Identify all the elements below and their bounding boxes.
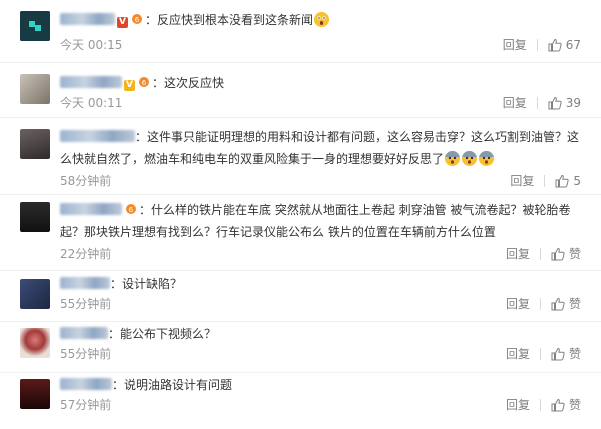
comment-body: V 6 ：反应快到根本没看到这条新闻 (60, 9, 587, 31)
like-count: 39 (565, 95, 581, 110)
reply-button[interactable]: 回复 (506, 295, 530, 312)
comment-list: V 6 ：反应快到根本没看到这条新闻 今天 00:15 回复 67 V 6 ：这次反应快… (0, 0, 601, 429)
reply-button[interactable]: 回复 (506, 396, 530, 413)
reply-button[interactable]: 回复 (503, 94, 527, 111)
comment-time: 55分钟前 (60, 347, 112, 361)
scared-face-emoji-icon (445, 151, 461, 166)
comment-text: 这次反应快 (164, 76, 225, 90)
like-count: 67 (565, 37, 581, 52)
comment-time: 58分钟前 (60, 174, 112, 188)
thumbs-up-icon (551, 297, 565, 310)
comment-actions: 回复 5 (510, 172, 581, 189)
like-button[interactable]: 赞 (551, 245, 581, 262)
divider (536, 38, 538, 51)
scared-face-emoji-icon (462, 151, 478, 166)
verified-badge-icon: V (117, 17, 128, 28)
comment-actions: 回复 67 (503, 36, 581, 53)
comment-item: ：这件事只能证明理想的用料和设计都有问题，这么容易击穿？这么巧割到油管？这么快就… (0, 118, 601, 195)
comment-time: 57分钟前 (60, 398, 112, 412)
username[interactable] (60, 76, 122, 88)
comment-item: ：能公布下视频么？ 55分钟前 回复 赞 (0, 322, 601, 373)
svg-text:6: 6 (129, 206, 134, 214)
comment-item: ：说明油路设计有问题 57分钟前 回复 赞 (0, 373, 601, 429)
reply-button[interactable]: 回复 (503, 36, 527, 53)
verified-badge-icon: V (124, 80, 135, 91)
like-label: 赞 (568, 398, 581, 412)
shocked-face-emoji-icon (314, 12, 330, 27)
thumbs-up-icon (548, 38, 562, 51)
username[interactable] (60, 203, 122, 215)
comment-body: V 6 ：这次反应快 (60, 72, 587, 94)
like-button[interactable]: 39 (548, 96, 581, 110)
username[interactable] (60, 277, 110, 289)
comment-actions: 回复 39 (503, 94, 581, 111)
avatar[interactable] (20, 328, 50, 358)
comment-item: V 6 ：这次反应快 今天 00:11 回复 39 (0, 63, 601, 118)
like-button[interactable]: 67 (548, 38, 581, 52)
comment-item: 6 ：什么样的铁片能在车底 突然就从地面往上卷起 刺穿油管 被气流卷起？被轮胎卷起… (0, 195, 601, 271)
avatar[interactable] (20, 11, 50, 41)
divider (539, 297, 541, 310)
member-badge-icon: 6 (139, 77, 149, 87)
svg-text:6: 6 (142, 79, 147, 87)
member-badge-icon: 6 (126, 204, 136, 214)
like-label: 赞 (568, 347, 581, 361)
comment-text: 反应快到根本没看到这条新闻 (157, 13, 314, 27)
comment-body: ：能公布下视频么？ (60, 323, 587, 345)
username[interactable] (60, 130, 135, 142)
comment-actions: 回复 赞 (506, 345, 581, 362)
comment-time: 55分钟前 (60, 297, 112, 311)
reply-button[interactable]: 回复 (506, 245, 530, 262)
comment-time: 今天 00:15 (60, 38, 123, 52)
thumbs-up-icon (548, 96, 562, 109)
like-button[interactable]: 赞 (551, 295, 581, 312)
divider (536, 96, 538, 109)
comment-time: 今天 00:11 (60, 96, 123, 110)
username[interactable] (60, 13, 115, 25)
like-button[interactable]: 5 (555, 174, 581, 188)
comment-actions: 回复 赞 (506, 396, 581, 413)
avatar[interactable] (20, 202, 50, 232)
reply-button[interactable]: 回复 (506, 345, 530, 362)
svg-text:6: 6 (135, 16, 140, 24)
comment-body: ：设计缺陷？ (60, 273, 587, 295)
comment-item: V 6 ：反应快到根本没看到这条新闻 今天 00:15 回复 67 (0, 0, 601, 63)
avatar[interactable] (20, 129, 50, 159)
username[interactable] (60, 327, 108, 339)
like-label: 赞 (568, 247, 581, 261)
avatar-logo-icon (20, 11, 50, 41)
comment-time: 22分钟前 (60, 247, 112, 261)
avatar[interactable] (20, 379, 50, 409)
reply-button[interactable]: 回复 (510, 172, 534, 189)
comment-item: ：设计缺陷？ 55分钟前 回复 赞 (0, 271, 601, 322)
comment-text: 能公布下视频么？ (120, 327, 217, 341)
comment-actions: 回复 赞 (506, 295, 581, 312)
like-count: 5 (573, 173, 581, 188)
comment-body: ：说明油路设计有问题 (60, 374, 587, 396)
comment-text: 设计缺陷？ (122, 277, 183, 291)
like-label: 赞 (568, 297, 581, 311)
comment-actions: 回复 赞 (506, 245, 581, 262)
comment-text: 说明油路设计有问题 (124, 378, 233, 392)
divider (539, 347, 541, 360)
divider (539, 398, 541, 411)
member-badge-icon: 6 (132, 14, 142, 24)
username[interactable] (60, 378, 112, 390)
comment-body: ：这件事只能证明理想的用料和设计都有问题，这么容易击穿？这么巧割到油管？这么快就… (60, 130, 580, 166)
divider (544, 174, 546, 187)
like-button[interactable]: 赞 (551, 345, 581, 362)
thumbs-up-icon (551, 247, 565, 260)
like-button[interactable]: 赞 (551, 396, 581, 413)
thumbs-up-icon (555, 174, 570, 187)
scared-face-emoji-icon (479, 151, 495, 166)
avatar[interactable] (20, 279, 50, 309)
comment-body: 6 ：什么样的铁片能在车底 突然就从地面往上卷起 刺穿油管 被气流卷起？被轮胎卷起… (60, 203, 571, 239)
divider (539, 247, 541, 260)
avatar[interactable] (20, 74, 50, 104)
thumbs-up-icon (551, 347, 565, 360)
thumbs-up-icon (551, 398, 565, 411)
